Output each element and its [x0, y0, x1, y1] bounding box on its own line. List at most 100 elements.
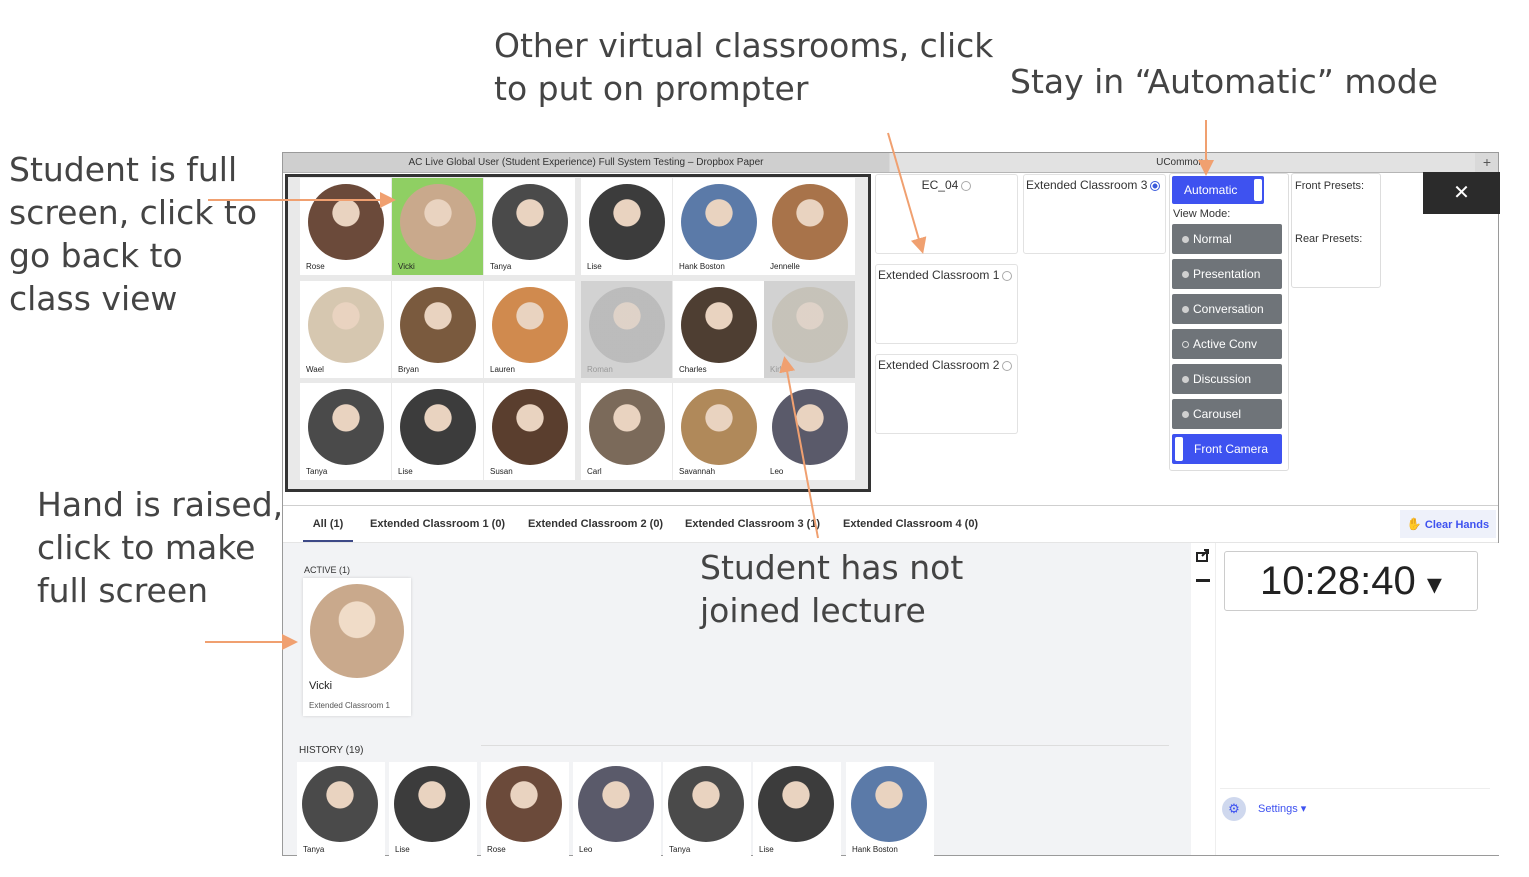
clock-panel: 10:28:40 ▾ ⚙ Settings ▾	[1215, 543, 1499, 855]
room-extended-3[interactable]: Extended Classroom 3	[1023, 174, 1166, 254]
mode-carousel-button[interactable]: Carousel	[1172, 399, 1282, 429]
mode-normal-button[interactable]: Normal	[1172, 224, 1282, 254]
active-section-label: ACTIVE (1)	[304, 565, 351, 575]
student-name: Lise	[398, 467, 413, 476]
student-tile[interactable]: Roman	[581, 281, 672, 378]
student-tile[interactable]: Susan	[484, 383, 575, 480]
toggle-knob-icon	[1254, 179, 1262, 201]
student-tile[interactable]: Lauren	[484, 281, 575, 378]
view-mode-panel: Automatic View Mode: Normal Presentation…	[1169, 173, 1289, 471]
browser-tab-bar: AC Live Global User (Student Experience)…	[283, 153, 1498, 173]
gear-icon: ⚙	[1222, 797, 1246, 822]
history-card[interactable]: Lise	[389, 762, 477, 856]
tab-extended-classroom-3[interactable]: Extended Classroom 3 (1)	[685, 506, 820, 542]
mode-discussion-button[interactable]: Discussion	[1172, 364, 1282, 394]
annotation-automatic: Stay in “Automatic” mode	[1010, 62, 1438, 101]
history-card[interactable]: Tanya	[297, 762, 385, 856]
history-card[interactable]: Leo	[573, 762, 661, 856]
student-name: Lise	[587, 262, 602, 271]
room-label: EC_04	[921, 178, 959, 192]
history-card[interactable]: Lise	[753, 762, 841, 856]
tab-all[interactable]: All (1)	[303, 506, 353, 542]
room-extended-1[interactable]: Extended Classroom 1	[875, 264, 1018, 344]
student-tile[interactable]: Kirk	[764, 281, 855, 378]
student-tile[interactable]: Wael	[300, 281, 391, 378]
student-name: Susan	[490, 467, 513, 476]
student-tile[interactable]: Lise	[581, 178, 672, 275]
avatar	[492, 287, 568, 363]
student-tile[interactable]: Bryan	[392, 281, 483, 378]
settings-menu[interactable]: ⚙ Settings ▾	[1222, 797, 1306, 822]
annotation-line: Student has not	[700, 548, 964, 587]
radio-dot-icon	[1182, 306, 1189, 314]
student-tile[interactable]: Savannah	[673, 383, 764, 480]
minus-icon[interactable]	[1196, 579, 1210, 582]
room-label: Extended Classroom 1	[878, 268, 1000, 282]
avatar	[851, 766, 927, 842]
student-name: Tanya	[306, 467, 328, 476]
tab-extended-classroom-2[interactable]: Extended Classroom 2 (0)	[528, 506, 663, 542]
history-card[interactable]: Tanya	[663, 762, 751, 856]
history-card[interactable]: Rose	[481, 762, 569, 856]
front-presets-label[interactable]: Front Presets:	[1295, 180, 1364, 192]
clock-display[interactable]: 10:28:40 ▾	[1224, 551, 1478, 611]
chevron-down-icon[interactable]: ▾	[1427, 568, 1442, 601]
automatic-toggle[interactable]: Automatic	[1172, 176, 1264, 204]
new-tab-button[interactable]: +	[1476, 153, 1498, 172]
student-name: Leo	[770, 467, 784, 476]
annotation-hand-raised: Hand is raised, click to make full scree…	[37, 483, 283, 612]
tab-extended-classroom-1[interactable]: Extended Classroom 1 (0)	[370, 506, 505, 542]
room-ec04[interactable]: EC_04	[875, 174, 1018, 254]
student-tile[interactable]: Charles	[673, 281, 764, 378]
mode-conversation-button[interactable]: Conversation	[1172, 294, 1282, 324]
radio-icon[interactable]	[1002, 270, 1013, 281]
student-tile[interactable]: Rose	[300, 178, 391, 275]
front-camera-label: Front Camera	[1194, 442, 1269, 456]
clear-hands-button[interactable]: ✋ Clear Hands	[1400, 510, 1496, 538]
student-name: Rose	[487, 845, 506, 854]
mode-presentation-button[interactable]: Presentation	[1172, 259, 1282, 289]
browser-tab-dropbox[interactable]: AC Live Global User (Student Experience)…	[283, 153, 889, 172]
avatar	[400, 389, 476, 465]
annotation-line: full screen	[37, 571, 209, 610]
avatar	[486, 766, 562, 842]
student-name: Hank Boston	[852, 845, 898, 854]
tool-column	[1191, 543, 1215, 855]
share-icon[interactable]	[1195, 547, 1211, 563]
mode-active-conv-button[interactable]: Active Conv	[1172, 329, 1282, 359]
automatic-label: Automatic	[1184, 183, 1238, 197]
student-tile[interactable]: Carl	[581, 383, 672, 480]
student-tile[interactable]: Vicki	[392, 178, 483, 275]
student-tile[interactable]: Tanya	[484, 178, 575, 275]
radio-dot-icon	[1182, 271, 1189, 279]
room-extended-2[interactable]: Extended Classroom 2	[875, 354, 1018, 434]
student-name: Vicki	[309, 680, 333, 692]
radio-icon[interactable]	[961, 180, 972, 191]
active-student-card[interactable]: Vicki Extended Classroom 1	[303, 578, 411, 716]
student-tile[interactable]: Tanya	[300, 383, 391, 480]
close-button[interactable]: ✕	[1423, 172, 1500, 214]
rear-presets-label[interactable]: Rear Presets:	[1295, 233, 1362, 245]
annotation-line: Other virtual classrooms, click	[494, 26, 994, 65]
tab-extended-classroom-4[interactable]: Extended Classroom 4 (0)	[843, 506, 978, 542]
avatar	[772, 389, 848, 465]
student-tile[interactable]: Leo	[764, 383, 855, 480]
radio-selected-icon[interactable]	[1150, 180, 1161, 191]
student-tile[interactable]: Jennelle	[764, 178, 855, 275]
mode-label: Active Conv	[1193, 337, 1258, 351]
clear-hands-label: Clear Hands	[1424, 519, 1490, 531]
history-card[interactable]: Hank Boston	[846, 762, 934, 856]
annotation-line: to put on prompter	[494, 69, 809, 108]
browser-tab-ucommons[interactable]: UCommons	[890, 153, 1475, 172]
mode-label: Presentation	[1193, 267, 1261, 281]
radio-icon[interactable]	[1002, 360, 1013, 371]
avatar	[758, 766, 834, 842]
student-tile[interactable]: Hank Boston	[673, 178, 764, 275]
app-window: AC Live Global User (Student Experience)…	[282, 152, 1500, 856]
radio-dot-icon	[1182, 376, 1189, 384]
annotation-full-screen: Student is full screen, click to go back…	[9, 148, 257, 320]
front-camera-toggle[interactable]: Front Camera	[1172, 434, 1282, 464]
student-tile[interactable]: Lise	[392, 383, 483, 480]
history-section-label: HISTORY (19)	[299, 745, 364, 756]
avatar	[308, 389, 384, 465]
